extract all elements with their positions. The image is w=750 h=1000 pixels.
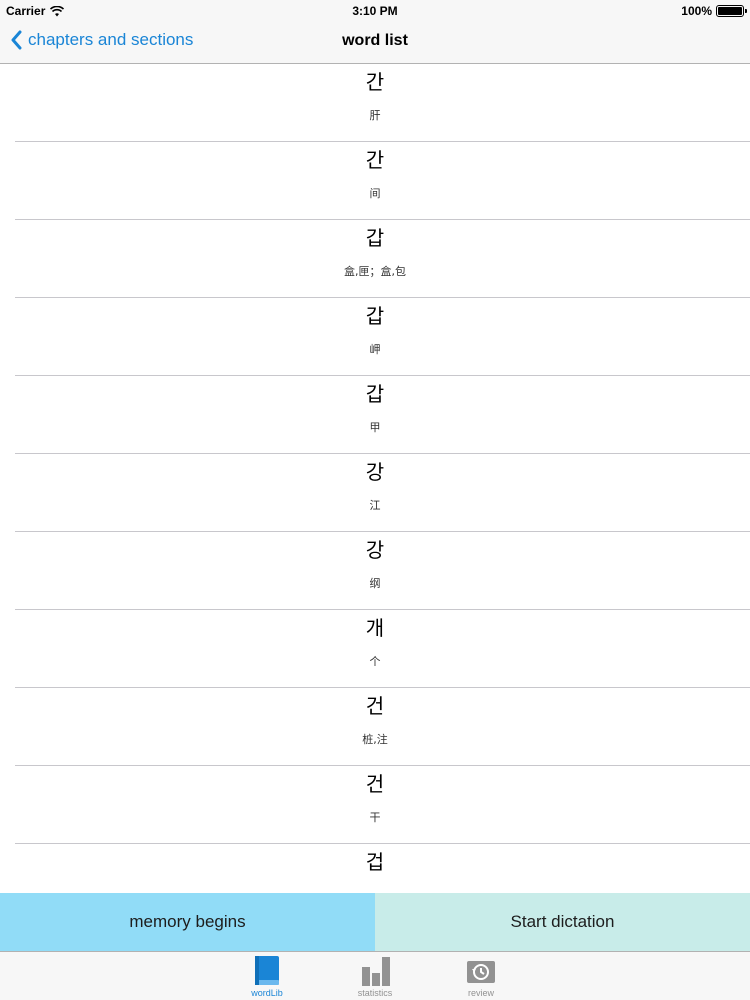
word-row[interactable]: 간 间: [0, 142, 750, 220]
tab-statistics-label: statistics: [357, 988, 393, 998]
bar-chart-icon: [362, 957, 390, 986]
page-title: word list: [342, 32, 408, 49]
word-korean: 갑: [365, 226, 385, 250]
word-meaning: 江: [369, 499, 381, 512]
word-meaning: 个: [369, 655, 381, 668]
word-korean: 간: [365, 70, 385, 94]
word-korean: 개: [365, 616, 385, 640]
tab-statistics[interactable]: statistics: [345, 955, 405, 998]
word-meaning: 岬: [369, 343, 381, 356]
battery-icon: [716, 5, 747, 17]
tab-wordlib-label: wordLib: [251, 988, 283, 998]
word-korean: 강: [365, 538, 385, 562]
word-row[interactable]: 갑 甲: [0, 376, 750, 454]
word-korean: 간: [365, 148, 385, 172]
word-row[interactable]: 갑 岬: [0, 298, 750, 376]
memory-begins-label: memory begins: [129, 912, 246, 931]
start-dictation-label: Start dictation: [510, 912, 615, 931]
tab-review[interactable]: review: [451, 955, 511, 998]
navigation-bar: chapters and sections word list: [0, 22, 750, 64]
word-meaning: 干: [369, 811, 381, 824]
tab-review-label: review: [467, 988, 494, 998]
word-row[interactable]: 건 桩,注: [0, 688, 750, 766]
word-meaning: 桩,注: [362, 733, 388, 746]
word-korean: 갑: [365, 382, 385, 406]
word-meaning: 间: [369, 187, 381, 200]
status-time: 3:10 PM: [352, 4, 398, 18]
word-row[interactable]: 개 个: [0, 610, 750, 688]
book-icon: [255, 956, 279, 985]
word-row[interactable]: 건 干: [0, 766, 750, 844]
word-list[interactable]: 간 肝 간 间 갑 盒,匣；盒,包 갑 岬 갑 甲 강 江 강 纲 개 个 건 …: [0, 64, 750, 893]
status-bar: Carrier 3:10 PM 100%: [0, 0, 750, 22]
word-row[interactable]: 강 纲: [0, 532, 750, 610]
word-meaning: 甲: [369, 421, 381, 434]
tab-wordlib[interactable]: wordLib: [237, 955, 297, 998]
word-row[interactable]: 겁: [0, 844, 750, 893]
word-meaning: 肝: [369, 109, 381, 122]
word-korean: 건: [365, 772, 385, 796]
word-row[interactable]: 간 肝: [0, 64, 750, 142]
word-row[interactable]: 강 江: [0, 454, 750, 532]
word-row[interactable]: 갑 盒,匣；盒,包: [0, 220, 750, 298]
status-right: 100%: [681, 4, 747, 18]
history-icon: [467, 961, 495, 983]
memory-begins-button[interactable]: memory begins: [0, 893, 375, 951]
word-meaning: 纲: [369, 577, 381, 590]
word-korean: 건: [365, 694, 385, 718]
tab-bar: wordLib statistics review: [0, 951, 750, 1000]
word-korean: 겁: [365, 850, 385, 874]
action-bar: memory begins Start dictation: [0, 893, 750, 951]
word-korean: 갑: [365, 304, 385, 328]
start-dictation-button[interactable]: Start dictation: [375, 893, 750, 951]
word-meaning: 盒,匣；盒,包: [344, 265, 406, 278]
word-korean: 강: [365, 460, 385, 484]
battery-percent: 100%: [681, 4, 712, 18]
